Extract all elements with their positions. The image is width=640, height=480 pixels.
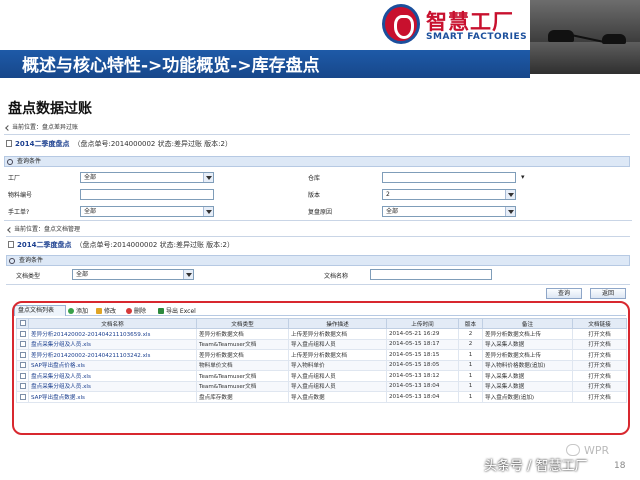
chevron-down-icon <box>203 173 213 182</box>
reinventory-reason-select[interactable]: 全部 <box>382 206 516 217</box>
brand-seal-icon <box>382 4 420 44</box>
divider <box>6 236 630 237</box>
query-header-label: 查询条件 <box>17 158 42 165</box>
doctype-select-value: 全部 <box>76 271 89 278</box>
document-icon <box>8 241 14 248</box>
search-icon <box>9 258 15 264</box>
brand-name-en: SMART FACTORIES <box>426 32 528 42</box>
query-header[interactable]: 查询条件 <box>4 156 630 167</box>
warehouse-label: 仓库 <box>308 175 321 182</box>
breadcrumb-text: 当前位置：盘点文档管理 <box>14 226 81 233</box>
search-icon <box>7 159 13 165</box>
doc-meta: （盘点单号:2014000002 状态:差异过账 版本:2） <box>73 140 232 148</box>
doctype-select[interactable]: 全部 <box>72 269 194 280</box>
doc-title: 2014二季度盘点 （盘点单号:2014000002 状态:差异过账 版本:2） <box>6 139 232 149</box>
query-header[interactable]: 查询条件 <box>6 255 630 266</box>
breadcrumb-text: 当前位置：盘点差异过账 <box>12 124 79 131</box>
section-title: 盘点数据过账 <box>8 101 92 117</box>
watermark: WPR <box>584 444 610 457</box>
header-photo <box>530 0 640 74</box>
version-select[interactable]: 2 <box>382 189 516 200</box>
breadcrumb: 当前位置：盘点文档管理 <box>7 224 81 234</box>
factory-label: 工厂 <box>8 175 21 182</box>
factory-select-value: 全部 <box>84 174 97 181</box>
chevron-down-icon <box>183 270 193 279</box>
highlight-box <box>12 301 630 435</box>
warehouse-dropdown-icon[interactable]: ▾ <box>521 173 525 181</box>
query-header-label: 查询条件 <box>19 257 44 264</box>
docname-label: 文档名称 <box>324 273 349 280</box>
slide-title: 概述与核心特性->功能概览->库存盘点 <box>22 56 320 76</box>
doctype-label: 文档类型 <box>16 273 41 280</box>
photo-water <box>530 42 640 74</box>
page-number: 18 <box>614 461 626 471</box>
material-input[interactable] <box>80 189 214 200</box>
reinventory-reason-select-value: 全部 <box>386 208 399 215</box>
doc-meta: （盘点单号:2014000002 状态:差异过账 版本:2） <box>75 241 234 249</box>
divider <box>6 284 630 285</box>
version-select-value: 2 <box>386 191 390 198</box>
manual-select[interactable]: 全部 <box>80 206 214 217</box>
arrow-left-icon <box>7 226 13 233</box>
chevron-down-icon <box>505 190 515 199</box>
manual-label: 手工单? <box>8 209 30 216</box>
material-label: 物料编号 <box>8 192 33 199</box>
doc-title-text: 2014二季度盘点 <box>17 241 72 249</box>
warehouse-input[interactable] <box>382 172 516 183</box>
version-label: 版本 <box>308 192 321 199</box>
factory-select[interactable]: 全部 <box>80 172 214 183</box>
photo-rower <box>602 34 626 44</box>
brand-logo: 智慧工厂 ® SMART FACTORIES <box>382 4 539 50</box>
arrow-left-icon <box>5 124 11 131</box>
doc-title: 2014二季度盘点 （盘点单号:2014000002 状态:差异过账 版本:2） <box>8 240 234 250</box>
divider <box>4 134 630 135</box>
docname-input[interactable] <box>370 269 492 280</box>
back-button[interactable]: 返回 <box>590 288 626 299</box>
chevron-down-icon <box>203 207 213 216</box>
document-icon <box>6 140 12 147</box>
reinventory-reason-label: 复盘原因 <box>308 209 333 216</box>
chevron-down-icon <box>505 207 515 216</box>
source-attribution: 头条号 / 智慧工厂 <box>484 459 588 474</box>
query-button[interactable]: 查询 <box>546 288 582 299</box>
doc-title-text: 2014二季度盘点 <box>15 140 70 148</box>
breadcrumb: 当前位置：盘点差异过账 <box>5 122 79 132</box>
manual-select-value: 全部 <box>84 208 97 215</box>
